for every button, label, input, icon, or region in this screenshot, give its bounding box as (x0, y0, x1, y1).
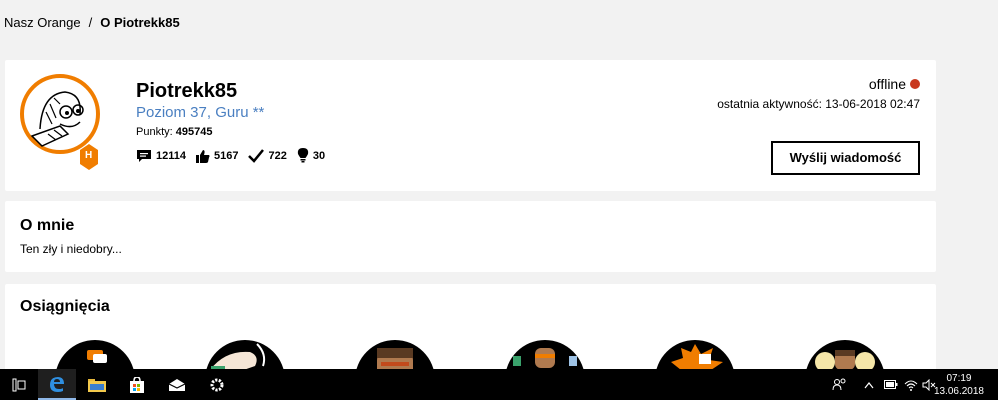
battery-icon (884, 380, 898, 389)
battery-tray-icon[interactable] (884, 369, 898, 400)
status-indicator: offline (869, 76, 920, 92)
achievements-card: Osiągnięcia (5, 284, 936, 374)
stat-likes: 5167 (195, 149, 239, 163)
profile-card: H Piotrekk85 Poziom 37, Guru ** Punkty: … (5, 60, 936, 191)
stat-messages-value: 12114 (156, 149, 186, 162)
gear-icon (210, 378, 224, 391)
breadcrumb-home-link[interactable]: Nasz Orange (4, 15, 81, 30)
store-bag-icon (130, 376, 144, 393)
status-dot-icon (910, 79, 920, 89)
breadcrumb-current: O Piotrekk85 (100, 15, 180, 30)
chevron-up-icon (864, 381, 874, 388)
task-view-button[interactable] (0, 369, 38, 400)
taskbar: 07:19 13.06.2018 (0, 369, 998, 400)
store-button[interactable] (118, 369, 156, 400)
speech-bubble-icon (137, 149, 151, 162)
points-value: 495745 (175, 126, 213, 138)
username: Piotrekk85 (136, 80, 238, 102)
stat-solutions-value: 722 (268, 149, 287, 162)
status-text: offline (868, 76, 906, 92)
mail-icon (168, 378, 186, 391)
edge-button[interactable] (38, 369, 76, 400)
about-title: O mnie (20, 217, 75, 234)
mail-button[interactable] (158, 369, 196, 400)
stat-solutions: 722 (248, 148, 287, 163)
taskbar-clock[interactable]: 07:19 13.06.2018 (934, 372, 984, 398)
stat-ideas-value: 30 (312, 149, 326, 162)
settings-button[interactable] (198, 369, 236, 400)
stat-likes-value: 5167 (213, 149, 239, 162)
badge-letter: H (85, 150, 93, 161)
folder-icon (88, 378, 106, 392)
clock-date: 13.06.2018 (933, 386, 984, 397)
lightbulb-icon (297, 148, 308, 163)
breadcrumb: Nasz Orange / O Piotrekk85 (0, 0, 998, 44)
achievements-title: Osiągnięcia (20, 298, 110, 315)
avatar[interactable]: H (20, 74, 100, 174)
send-message-button[interactable]: Wyślij wiadomość (771, 141, 920, 175)
people-icon (832, 378, 846, 390)
clock-time: 07:19 (946, 373, 972, 384)
file-explorer-button[interactable] (78, 369, 116, 400)
people-tray-icon[interactable] (832, 369, 848, 400)
points-label: Punkty: (136, 126, 173, 138)
thumbs-up-icon (195, 149, 210, 163)
task-view-icon (12, 378, 26, 391)
stats-row: 12114 5167 722 30 (136, 148, 335, 163)
breadcrumb-separator: / (88, 15, 93, 30)
last-activity: ostatnia aktywność: 13-06-2018 02:47 (717, 97, 920, 111)
points: Punkty: 495745 (136, 126, 212, 138)
about-card: O mnie Ten zły i niedobry... (5, 201, 936, 272)
wifi-tray-icon[interactable] (904, 369, 918, 400)
rank-link[interactable]: Poziom 37, Guru ** (136, 104, 264, 121)
about-text: Ten zły i niedobry... (20, 242, 122, 256)
stat-messages: 12114 (136, 149, 186, 163)
show-hidden-icons-button[interactable] (864, 369, 874, 400)
wifi-icon (904, 379, 918, 391)
stat-ideas: 30 (297, 148, 325, 163)
edge-icon (50, 376, 64, 392)
checkmark-icon (248, 148, 265, 163)
